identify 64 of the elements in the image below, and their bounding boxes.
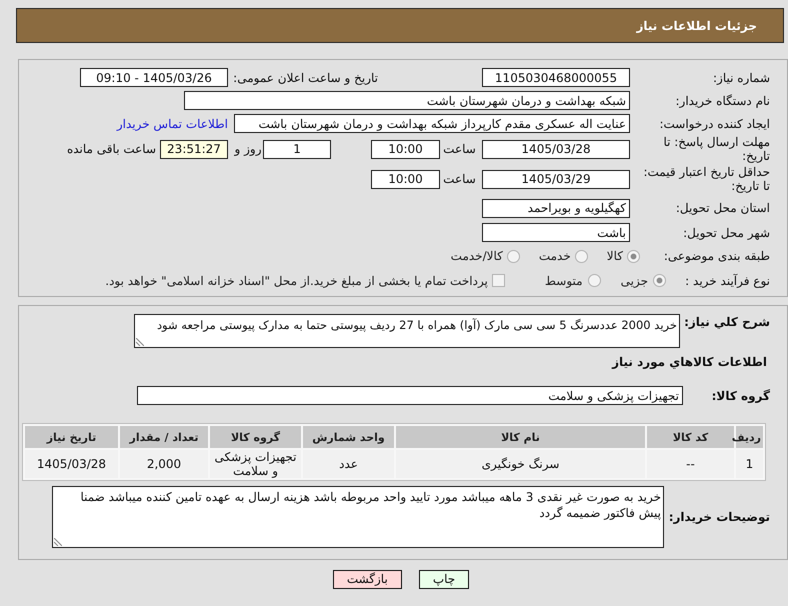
field-label: نام دستگاه خریدار: [676, 94, 770, 108]
table-cell: 1 [736, 450, 763, 478]
field-label: شرح کلي نیاز: [684, 315, 770, 329]
field-label: نوع فرآیند خرید : [685, 274, 770, 288]
days-label: روز و [234, 142, 262, 156]
back-button[interactable]: بازگشت [332, 570, 402, 589]
summary-field[interactable]: خرید 2000 عددسرنگ 5 سی سی مارک (آوا) همراه با 27 ردیف پیوستی حتما به مدارک پیوستی مراجعه شود [134, 314, 680, 348]
buyer-org-field[interactable]: شبکه بهداشت و درمان شهرستان باشت [184, 91, 630, 110]
field-label: توضیحات خریدار: [668, 510, 770, 524]
column-header: تاریخ نیاز [25, 426, 118, 448]
field-label: شماره نیاز: [713, 70, 770, 84]
remaining-label: ساعت باقی مانده [66, 142, 156, 156]
buyer-contact-link[interactable]: اطلاعات تماس خریدار [116, 116, 228, 130]
column-header: کد کالا [647, 426, 734, 448]
remaining-time-field[interactable]: 23:51:27 [160, 140, 228, 158]
option-label: خدمت [538, 249, 571, 263]
resize-grip-icon[interactable] [136, 338, 144, 346]
field-label: حداقل تاریخ اعتبار قیمت: تا تاریخ: [642, 165, 770, 193]
requester-field[interactable]: عنایت اله عسکری مقدم کارپرداز شبکه بهداشت و درمان شهرستان باشت [234, 114, 630, 133]
table-cell: 1405/03/28 [25, 450, 118, 478]
time-field[interactable]: 10:00 [371, 170, 440, 188]
field-label: شهر محل تحویل: [683, 226, 770, 240]
field-label: استان محل تحویل: [676, 201, 770, 215]
time-field[interactable]: 10:00 [371, 140, 440, 158]
column-header: نام کالا [396, 426, 645, 448]
province-field[interactable]: کهگیلویه و بویراحمد [482, 198, 630, 218]
option-label: پرداخت تمام یا بخشی از مبلغ خرید.از محل "اسناد خزانه اسلامی" خواهد بود. [105, 274, 488, 288]
option-label: کالا [606, 249, 623, 263]
time-label: ساعت [443, 142, 476, 156]
need-number-field[interactable]: 1105030468000055 [482, 68, 630, 87]
table-cell: عدد [303, 450, 394, 478]
field-label: ایجاد کننده درخواست: [659, 116, 770, 130]
table-cell: 2,000 [120, 450, 208, 478]
radio-button[interactable] [653, 274, 666, 287]
date-field[interactable]: 1405/03/28 [482, 140, 630, 158]
field-label: گروه کالا: [712, 388, 770, 402]
column-header: تعداد / مقدار [120, 426, 208, 448]
section-title: اطلاعات کالاهاي مورد نیاز [612, 355, 767, 369]
radio-button[interactable] [506, 250, 520, 262]
days-field[interactable]: 1 [263, 140, 331, 158]
page-title: جزئیات اطلاعات نیاز [636, 18, 757, 32]
radio-button[interactable] [627, 250, 640, 262]
table-cell: تجهیزات پزشکی و سلامت [210, 450, 301, 478]
date-field[interactable]: 1405/03/29 [482, 170, 630, 188]
resize-grip-icon[interactable] [54, 538, 62, 546]
announce-date-field[interactable]: 1405/03/26 - 09:10 [80, 68, 228, 87]
print-button[interactable]: چاپ [418, 570, 470, 589]
time-label: ساعت [443, 172, 476, 186]
field-label: تاریخ و ساعت اعلان عمومی: [233, 70, 378, 84]
table-cell: سرنگ خونگیری [396, 450, 645, 478]
column-header: گروه کالا [210, 426, 301, 448]
field-label: طبقه بندی موضوعی: [664, 249, 770, 263]
city-field[interactable]: باشت [482, 223, 630, 242]
buyer-notes-field[interactable]: خرید به صورت غیر نقدی 3 ماهه میباشد مورد تایید واحد مربوطه باشد هزینه ارسال به عهده تامین کننده میباشد ضمنا پیش فاکتور ضمیمه گردد [52, 486, 664, 548]
option-label: کالا/خدمت [450, 249, 503, 263]
table-cell: -- [647, 450, 734, 478]
goods-group-field[interactable]: تجهیزات پزشکی و سلامت [137, 386, 683, 405]
checkbox[interactable] [492, 274, 505, 287]
radio-button[interactable] [574, 250, 588, 262]
option-label: متوسط [544, 274, 583, 288]
option-label: جزیی [620, 274, 648, 288]
radio-button[interactable] [588, 274, 601, 287]
column-header: واحد شمارش [303, 426, 394, 448]
field-label: مهلت ارسال پاسخ: تا تاریخ: [662, 135, 770, 163]
